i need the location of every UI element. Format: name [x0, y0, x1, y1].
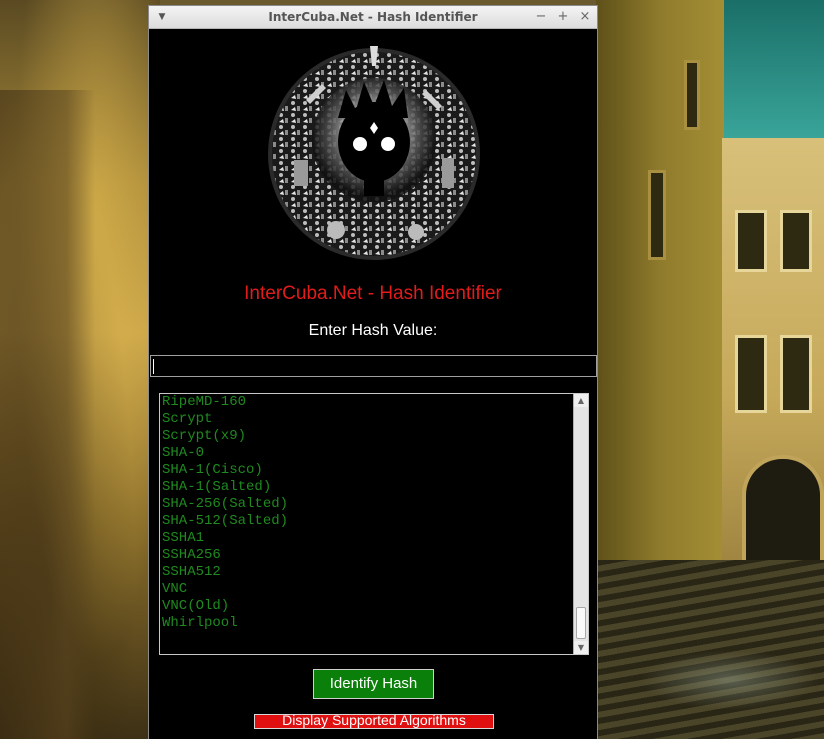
app-window: ▼ InterCuba.Net - Hash Identifier − + ×: [148, 5, 598, 739]
identify-hash-button[interactable]: Identify Hash: [313, 669, 434, 699]
app-logo: [268, 46, 480, 260]
wallpaper-left-wall: [0, 0, 160, 739]
minimize-icon[interactable]: −: [533, 9, 549, 25]
app-content: InterCuba.Net - Hash Identifier Enter Ha…: [149, 30, 597, 739]
display-supported-algorithms-button[interactable]: Display Supported Algorithms: [254, 714, 494, 729]
list-item[interactable]: SHA-1(Cisco): [162, 462, 572, 479]
list-item[interactable]: SHA-1(Salted): [162, 479, 572, 496]
list-item[interactable]: VNC(Old): [162, 598, 572, 615]
hash-value-label: Enter Hash Value:: [308, 322, 438, 339]
window-title: InterCuba.Net - Hash Identifier: [268, 10, 478, 24]
list-item[interactable]: Whirlpool: [162, 615, 572, 632]
maximize-icon[interactable]: +: [555, 9, 571, 25]
list-item[interactable]: SHA-256(Salted): [162, 496, 572, 513]
list-item[interactable]: VNC: [162, 581, 572, 598]
listbox-scrollbar[interactable]: ▲ ▼: [573, 394, 588, 654]
scroll-down-icon[interactable]: ▼: [574, 641, 588, 654]
list-item[interactable]: Scrypt: [162, 411, 572, 428]
list-item[interactable]: Scrypt(x9): [162, 428, 572, 445]
list-item[interactable]: RipeMD-160: [162, 394, 572, 411]
list-item[interactable]: SSHA256: [162, 547, 572, 564]
window-titlebar[interactable]: ▼ InterCuba.Net - Hash Identifier − + ×: [149, 6, 597, 29]
algorithm-list: RipeMD-160 Scrypt Scrypt(x9) SHA-0 SHA-1(Cis…: [162, 394, 572, 632]
text-caret: [153, 359, 154, 374]
scrollbar-thumb[interactable]: [576, 607, 586, 639]
app-heading: InterCuba.Net - Hash Identifier: [244, 283, 502, 304]
list-item[interactable]: SHA-512(Salted): [162, 513, 572, 530]
scroll-up-icon[interactable]: ▲: [574, 394, 588, 407]
list-item[interactable]: SSHA512: [162, 564, 572, 581]
list-item[interactable]: SSHA1: [162, 530, 572, 547]
hash-value-input[interactable]: [150, 355, 597, 377]
list-item[interactable]: SHA-0: [162, 445, 572, 462]
close-icon[interactable]: ×: [577, 9, 593, 25]
algorithm-listbox[interactable]: RipeMD-160 Scrypt Scrypt(x9) SHA-0 SHA-1(Cis…: [159, 393, 589, 655]
window-menu-icon[interactable]: ▼: [155, 10, 169, 24]
